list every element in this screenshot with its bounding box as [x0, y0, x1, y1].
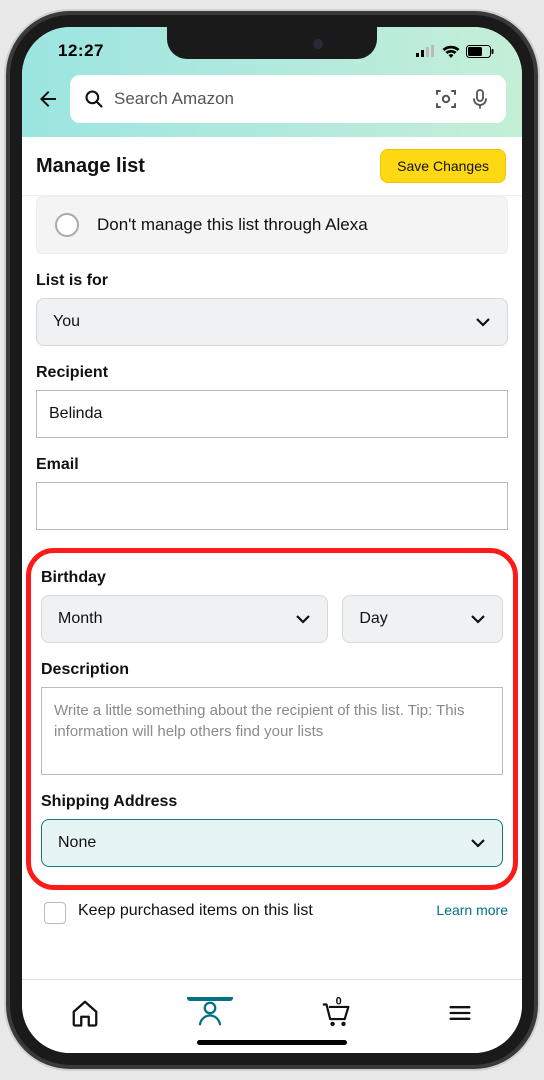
recipient-label: Recipient: [36, 364, 508, 382]
nav-menu[interactable]: [430, 999, 490, 1027]
description-label: Description: [41, 661, 503, 679]
nav-home[interactable]: [55, 998, 115, 1028]
search-input[interactable]: [114, 89, 424, 109]
camera-scan-icon[interactable]: [434, 87, 458, 111]
header: [22, 75, 522, 137]
birthday-field: Birthday Month Day: [41, 569, 503, 643]
status-time: 12:27: [58, 41, 104, 61]
recipient-input[interactable]: [36, 390, 508, 438]
battery-icon: [466, 45, 494, 58]
chevron-down-icon: [470, 611, 486, 627]
bottom-nav: 0: [22, 979, 522, 1053]
chevron-down-icon: [470, 835, 486, 851]
email-label: Email: [36, 456, 508, 474]
list-for-select[interactable]: You: [36, 298, 508, 346]
list-for-field: List is for You: [36, 272, 508, 346]
birthday-month-value: Month: [58, 610, 102, 628]
recipient-field: Recipient: [36, 364, 508, 438]
wifi-icon: [442, 45, 460, 58]
shipping-field: Shipping Address None: [41, 793, 503, 867]
page-title: Manage list: [36, 155, 145, 178]
nav-account[interactable]: [180, 998, 240, 1028]
cart-icon: 0: [318, 996, 352, 1030]
chevron-down-icon: [475, 314, 491, 330]
home-icon: [70, 998, 100, 1028]
list-for-label: List is for: [36, 272, 508, 290]
birthday-day-value: Day: [359, 610, 387, 628]
phone-frame: 12:27 Manage list Save Changes Don't man…: [10, 15, 534, 1065]
menu-icon: [446, 999, 474, 1027]
account-icon: [195, 998, 225, 1028]
chevron-down-icon: [295, 611, 311, 627]
notch: [167, 27, 377, 59]
search-bar[interactable]: [70, 75, 506, 123]
nav-active-indicator: [187, 997, 233, 1001]
microphone-icon[interactable]: [468, 87, 492, 111]
status-icons: [416, 45, 494, 58]
shipping-label: Shipping Address: [41, 793, 503, 811]
description-field: Description Write a little something abo…: [41, 661, 503, 775]
email-input[interactable]: [36, 482, 508, 530]
list-for-value: You: [53, 313, 80, 331]
shipping-select[interactable]: None: [41, 819, 503, 867]
birthday-month-select[interactable]: Month: [41, 595, 328, 643]
highlighted-section: Birthday Month Day Description Write a l…: [26, 548, 518, 890]
radio-unchecked-icon[interactable]: [55, 213, 79, 237]
alexa-option-label: Don't manage this list through Alexa: [97, 215, 368, 235]
cellular-icon: [416, 45, 436, 57]
title-bar: Manage list Save Changes: [22, 137, 522, 196]
alexa-option-row[interactable]: Don't manage this list through Alexa: [36, 196, 508, 254]
description-textarea[interactable]: Write a little something about the recip…: [41, 687, 503, 775]
keep-items-checkbox[interactable]: [44, 902, 66, 924]
back-arrow-icon: [36, 87, 60, 111]
keep-items-row: Keep purchased items on this list Learn …: [36, 890, 508, 924]
shipping-value: None: [58, 834, 96, 852]
keep-items-label: Keep purchased items on this list: [78, 902, 424, 920]
back-button[interactable]: [30, 81, 66, 117]
birthday-label: Birthday: [41, 569, 503, 587]
email-field: Email: [36, 456, 508, 530]
birthday-day-select[interactable]: Day: [342, 595, 503, 643]
learn-more-link[interactable]: Learn more: [436, 902, 508, 918]
home-indicator[interactable]: [197, 1040, 347, 1045]
content-area: Don't manage this list through Alexa Lis…: [22, 196, 522, 966]
svg-text:0: 0: [335, 996, 341, 1008]
nav-cart[interactable]: 0: [305, 996, 365, 1030]
save-changes-button[interactable]: Save Changes: [380, 149, 506, 183]
search-icon: [84, 89, 104, 109]
